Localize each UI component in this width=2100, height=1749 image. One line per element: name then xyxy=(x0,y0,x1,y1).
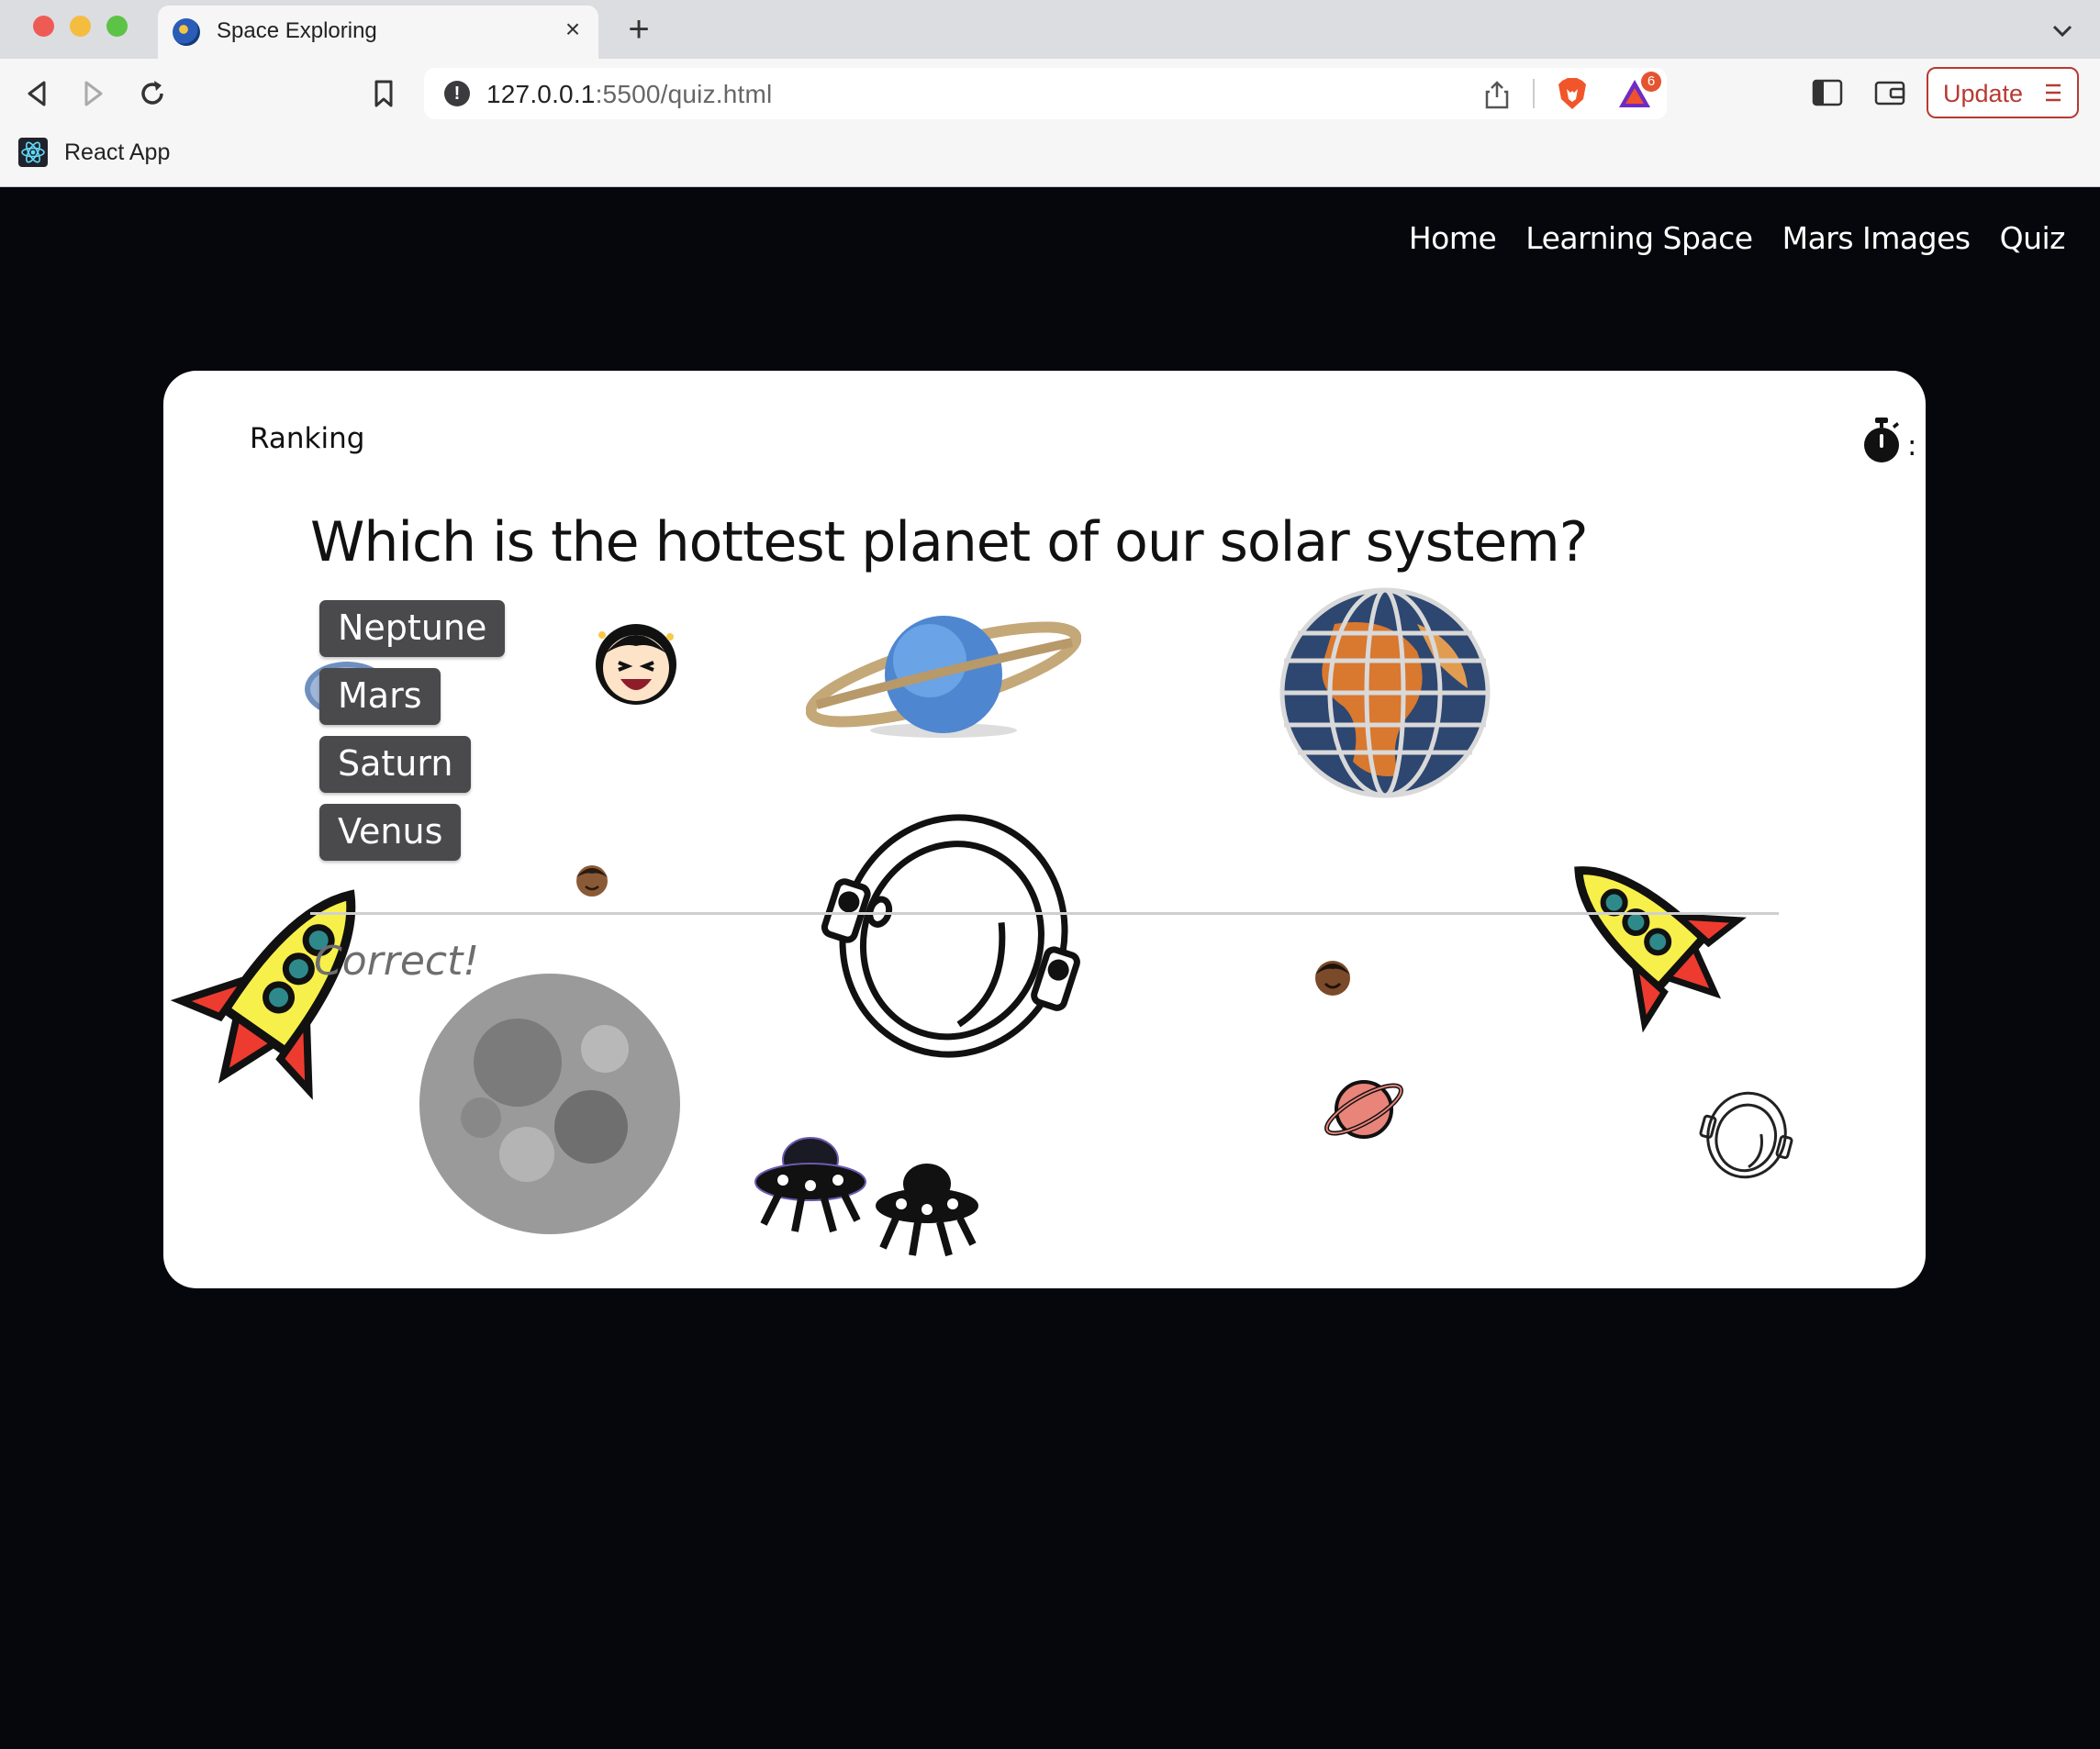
rewards-badge: 6 xyxy=(1641,72,1661,92)
answer-list: Neptune Mars Saturn Venus xyxy=(319,600,506,872)
brave-shields-icon[interactable] xyxy=(1555,75,1590,112)
minimize-window-button[interactable] xyxy=(70,16,91,37)
zoom-window-button[interactable] xyxy=(106,16,128,37)
small-face-2-icon xyxy=(1315,961,1350,996)
update-label: Update xyxy=(1943,80,2024,107)
globe-icon xyxy=(1279,587,1491,798)
divider xyxy=(310,912,1779,915)
url-text: 127.0.0.1:5500/quiz.html xyxy=(486,80,773,108)
address-bar[interactable]: ! 127.0.0.1:5500/quiz.html 6 xyxy=(424,68,1667,119)
update-button[interactable]: Update xyxy=(1927,67,2079,118)
sidebar-toggle-icon[interactable] xyxy=(1812,79,1843,106)
new-tab-button[interactable]: + xyxy=(620,11,657,50)
answer-button-venus[interactable]: Venus xyxy=(319,804,462,861)
wallet-icon[interactable] xyxy=(1874,79,1905,106)
answer-button-saturn[interactable]: Saturn xyxy=(319,736,472,793)
small-planet-icon xyxy=(1324,1080,1403,1139)
bookmark-label: React App xyxy=(64,139,171,165)
question-text: Which is the hottest planet of our solar… xyxy=(310,510,1589,574)
reload-button[interactable] xyxy=(134,75,171,112)
ufo-2-icon xyxy=(876,1164,978,1257)
tab-strip: Space Exploring × + xyxy=(0,0,2100,59)
tab-title: Space Exploring xyxy=(217,18,377,43)
site-info-icon[interactable]: ! xyxy=(444,81,470,106)
react-logo-icon xyxy=(18,138,48,167)
answer-feedback: Correct! xyxy=(314,938,479,985)
stopwatch-icon xyxy=(1864,418,1899,462)
share-icon[interactable] xyxy=(1483,79,1511,110)
tab-space-exploring[interactable]: Space Exploring × xyxy=(158,6,598,59)
browser-chrome: Space Exploring × + ! 127.0.0.1:5500/qui… xyxy=(0,0,2100,187)
answer-button-mars[interactable]: Mars xyxy=(319,668,441,725)
small-face-icon xyxy=(576,865,608,897)
nav-home[interactable]: Home xyxy=(1409,220,1497,256)
rocket-left-icon xyxy=(170,889,356,1100)
site-nav: Home Learning Space Mars Images Quiz xyxy=(1409,220,2066,256)
answer-button-neptune[interactable]: Neptune xyxy=(319,600,506,657)
rocket-right-icon xyxy=(1574,866,1747,1033)
close-tab-icon[interactable]: × xyxy=(558,15,587,44)
astronaut-helmet-icon xyxy=(821,814,1080,1058)
nav-quiz[interactable]: Quiz xyxy=(2000,220,2066,256)
menu-icon xyxy=(2046,84,2061,102)
saturn-icon xyxy=(806,616,1081,738)
chevron-down-icon[interactable] xyxy=(2049,17,2076,44)
small-helmet-icon xyxy=(1699,1091,1793,1179)
bookmark-icon[interactable] xyxy=(365,75,402,112)
address-bar-separator xyxy=(1533,79,1535,108)
quiz-card: Ranking : 47 Which is the hottest planet… xyxy=(163,371,1926,1288)
nav-learning-space[interactable]: Learning Space xyxy=(1525,220,1753,256)
moon-icon xyxy=(419,974,680,1234)
back-button[interactable] xyxy=(18,75,55,112)
timer-value: : 47 xyxy=(1907,429,1926,462)
forward-button[interactable] xyxy=(75,75,112,112)
ranking-link[interactable]: Ranking xyxy=(250,422,364,455)
globe-favicon-icon xyxy=(173,18,200,46)
close-window-button[interactable] xyxy=(33,16,54,37)
nav-mars-images[interactable]: Mars Images xyxy=(1782,220,1972,256)
laughing-face-icon xyxy=(596,624,676,705)
ufo-icon xyxy=(754,1137,866,1233)
